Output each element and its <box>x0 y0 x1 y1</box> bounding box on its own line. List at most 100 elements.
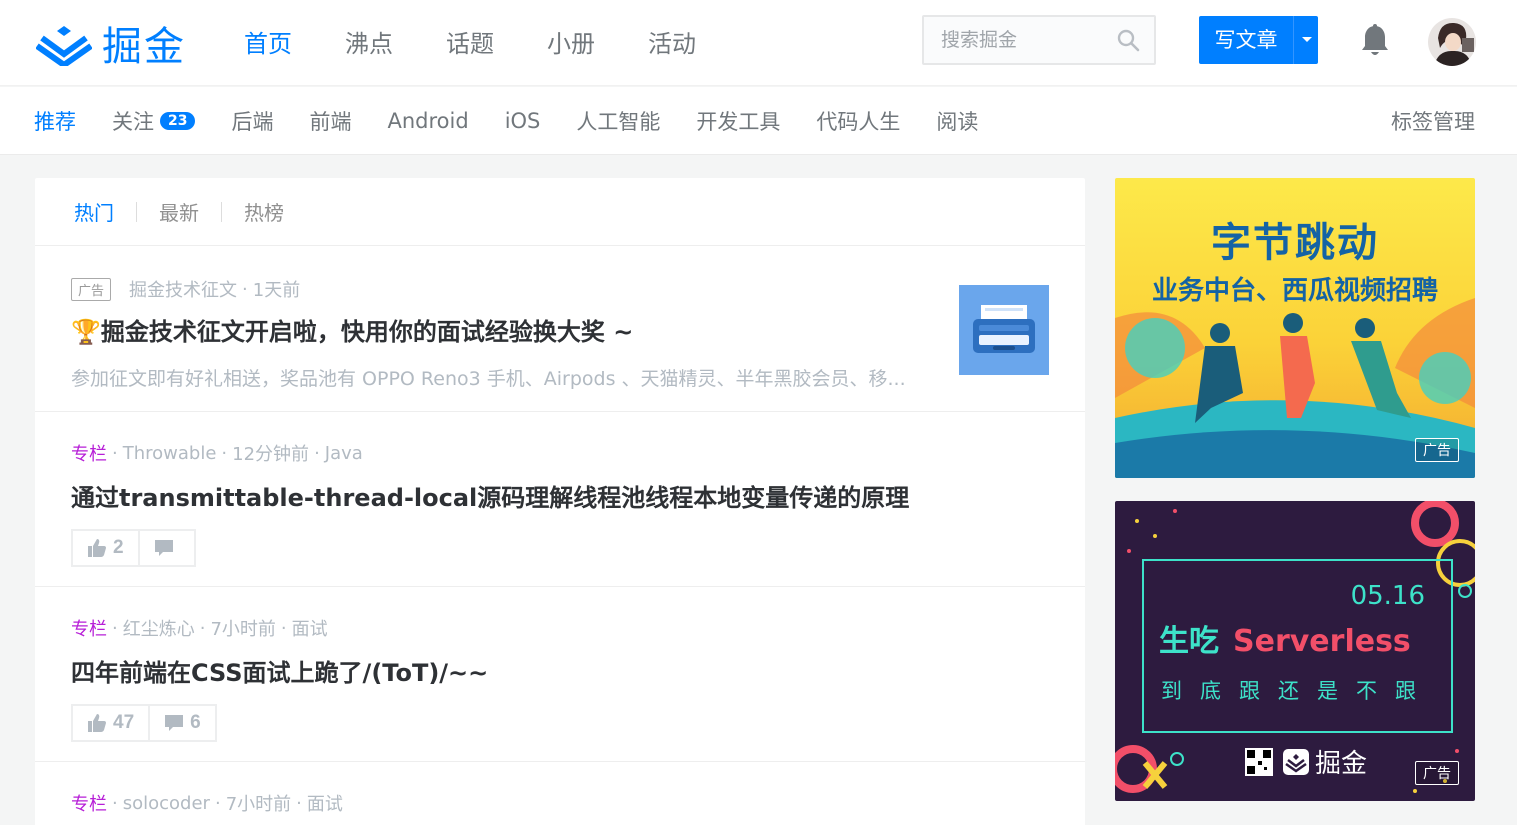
user-avatar[interactable] <box>1428 18 1476 66</box>
meta-dot: · <box>280 617 287 639</box>
juejin-logo-icon <box>36 26 92 66</box>
entry-author[interactable]: 红尘炼心 <box>123 615 195 641</box>
typewriter-icon <box>959 285 1049 375</box>
comment-button[interactable] <box>139 529 196 567</box>
write-article-button: 写文章 <box>1199 16 1318 64</box>
ad-brand: 掘金 <box>1245 743 1367 780</box>
nav-events[interactable]: 活动 <box>648 24 696 59</box>
entry-tag[interactable]: 面试 <box>292 615 328 641</box>
juejin-logo-icon <box>1283 748 1309 775</box>
tab-hot[interactable]: 热门 <box>74 197 114 226</box>
category-following[interactable]: 关注 23 <box>112 106 196 136</box>
entry-abstract: 参加征文即有好礼相送，奖品池有 OPPO Reno3 手机、Airpods 、天… <box>71 368 906 390</box>
category-ai[interactable]: 人工智能 <box>576 106 660 136</box>
ad-headline-part1: 生吃 <box>1159 624 1219 659</box>
avatar-image-icon <box>1428 18 1476 66</box>
entry-time: 7小时前 <box>210 619 276 640</box>
category-ios[interactable]: iOS <box>505 109 541 133</box>
meta-dot: · <box>314 442 320 464</box>
category-following-label: 关注 <box>112 110 154 134</box>
like-button[interactable]: 2 <box>71 529 140 567</box>
bell-icon[interactable] <box>1360 24 1390 58</box>
like-count: 2 <box>113 537 124 558</box>
column-label: 专栏 <box>71 794 107 815</box>
category-nav: 推荐 关注 23 后端 前端 Android iOS 人工智能 开发工具 代码人… <box>0 87 1517 155</box>
feed-entry[interactable]: 专栏 · Throwable · 12分钟前 · Java 通过transmit… <box>35 412 1085 587</box>
category-reading[interactable]: 阅读 <box>936 106 978 136</box>
write-article-label[interactable]: 写文章 <box>1199 16 1293 64</box>
column-label: 专栏 <box>71 619 107 640</box>
search-box <box>922 15 1156 65</box>
comment-icon <box>154 540 173 556</box>
category-devtools[interactable]: 开发工具 <box>696 106 780 136</box>
ad-headline: 生吃 Serverless <box>1159 616 1411 660</box>
nav-topics[interactable]: 话题 <box>446 24 494 59</box>
entry-author[interactable]: 掘金技术征文 <box>129 276 237 302</box>
entry-tag[interactable]: 面试 <box>307 790 343 816</box>
entry-title[interactable]: 四年前端在CSS面试上跪了/(ToT)/~~ <box>71 653 1085 688</box>
entry-thumbnail[interactable] <box>959 285 1049 375</box>
entry-meta: 广告 掘金技术征文 · 1天前 <box>71 276 1085 302</box>
tab-divider <box>221 201 222 222</box>
ad-brand-text: 掘金 <box>1315 749 1368 779</box>
ad-subtitle: 业务中台、西瓜视频招聘 <box>1151 276 1438 306</box>
meta-dot: · <box>199 617 206 639</box>
feed-entry[interactable]: 专栏 · 红尘炼心 · 7小时前 · 面试 四年前端在CSS面试上跪了/(ToT… <box>35 587 1085 762</box>
thumbs-up-icon <box>88 539 106 557</box>
ad-tag: 广告 <box>71 277 112 301</box>
ad-banner-bytedance[interactable]: 字节跳动 业务中台、西瓜视频招聘 广告 <box>1115 178 1475 478</box>
ad-banner-serverless[interactable]: 05.16 生吃 Serverless 到底跟还是不跟 掘金 广告 <box>1115 501 1475 801</box>
column-label: 专栏 <box>71 444 107 465</box>
logo-text: 掘金 <box>102 24 186 70</box>
like-button[interactable]: 47 <box>71 704 151 742</box>
write-dropdown-chevron-icon[interactable] <box>1293 16 1318 64</box>
main-nav: 首页 沸点 话题 小册 活动 <box>244 24 749 59</box>
meta-dot: · <box>242 278 248 300</box>
feed-entry-ad[interactable]: 广告 掘金技术征文 · 1天前 🏆掘金技术征文开启啦，快用你的面试经验换大奖 ~… <box>35 246 1085 412</box>
entry-title[interactable]: 通过transmittable-thread-local源码理解线程池线程本地变… <box>71 478 1085 513</box>
nav-home[interactable]: 首页 <box>244 24 292 59</box>
logo[interactable]: 掘金 <box>36 14 186 72</box>
tab-divider <box>136 201 137 222</box>
nav-books[interactable]: 小册 <box>547 24 595 59</box>
meta-dot: · <box>296 792 302 814</box>
ad-headline-part2: Serverless <box>1233 624 1411 659</box>
nav-pins[interactable]: 沸点 <box>345 24 393 59</box>
entry-meta: 专栏 · solocoder · 7小时前 · 面试 <box>71 790 1085 816</box>
entry-author[interactable]: solocoder <box>123 793 210 814</box>
category-backend[interactable]: 后端 <box>231 106 273 136</box>
ad-title: 字节跳动 <box>1211 220 1379 266</box>
feed-tabs: 热门 最新 热榜 <box>35 178 1085 246</box>
entry-author[interactable]: Throwable <box>123 443 217 464</box>
article-feed: 热门 最新 热榜 广告 掘金技术征文 · 1天前 🏆掘金技术征文开启啦，快用你的… <box>35 178 1085 825</box>
ad-subline: 到底跟还是不跟 <box>1161 679 1434 703</box>
thumbs-up-icon <box>88 714 106 732</box>
ad-label: 广告 <box>1415 438 1459 462</box>
entry-title[interactable]: 🏆掘金技术征文开启啦，快用你的面试经验换大奖 ~ <box>71 312 1085 347</box>
category-code-life[interactable]: 代码人生 <box>816 106 900 136</box>
comment-count: 6 <box>190 712 201 733</box>
meta-dot: · <box>214 792 221 814</box>
ad-label: 广告 <box>1415 761 1459 785</box>
feed-entry[interactable]: 专栏 · solocoder · 7小时前 · 面试 <box>35 762 1085 825</box>
comment-button[interactable]: 6 <box>150 704 217 742</box>
category-frontend[interactable]: 前端 <box>309 106 351 136</box>
tab-ranking[interactable]: 热榜 <box>244 197 284 226</box>
entry-tag[interactable]: Java <box>325 443 363 464</box>
search-input[interactable] <box>924 17 1094 63</box>
entry-time: 12分钟前 <box>232 444 310 465</box>
meta-dot: · <box>221 442 228 464</box>
entry-time: 1天前 <box>252 280 301 301</box>
following-count-badge: 23 <box>160 112 196 130</box>
like-count: 47 <box>113 712 135 733</box>
comment-icon <box>165 715 184 731</box>
tag-manage-link[interactable]: 标签管理 <box>1391 106 1475 136</box>
category-recommended[interactable]: 推荐 <box>34 106 76 136</box>
ad-date: 05.16 <box>1350 581 1425 611</box>
entry-meta: 专栏 · Throwable · 12分钟前 · Java <box>71 440 1085 466</box>
tab-latest[interactable]: 最新 <box>159 197 199 226</box>
meta-dot: · <box>112 442 118 464</box>
meta-dot: · <box>112 792 118 814</box>
search-icon[interactable] <box>1116 28 1140 52</box>
category-android[interactable]: Android <box>387 109 468 133</box>
